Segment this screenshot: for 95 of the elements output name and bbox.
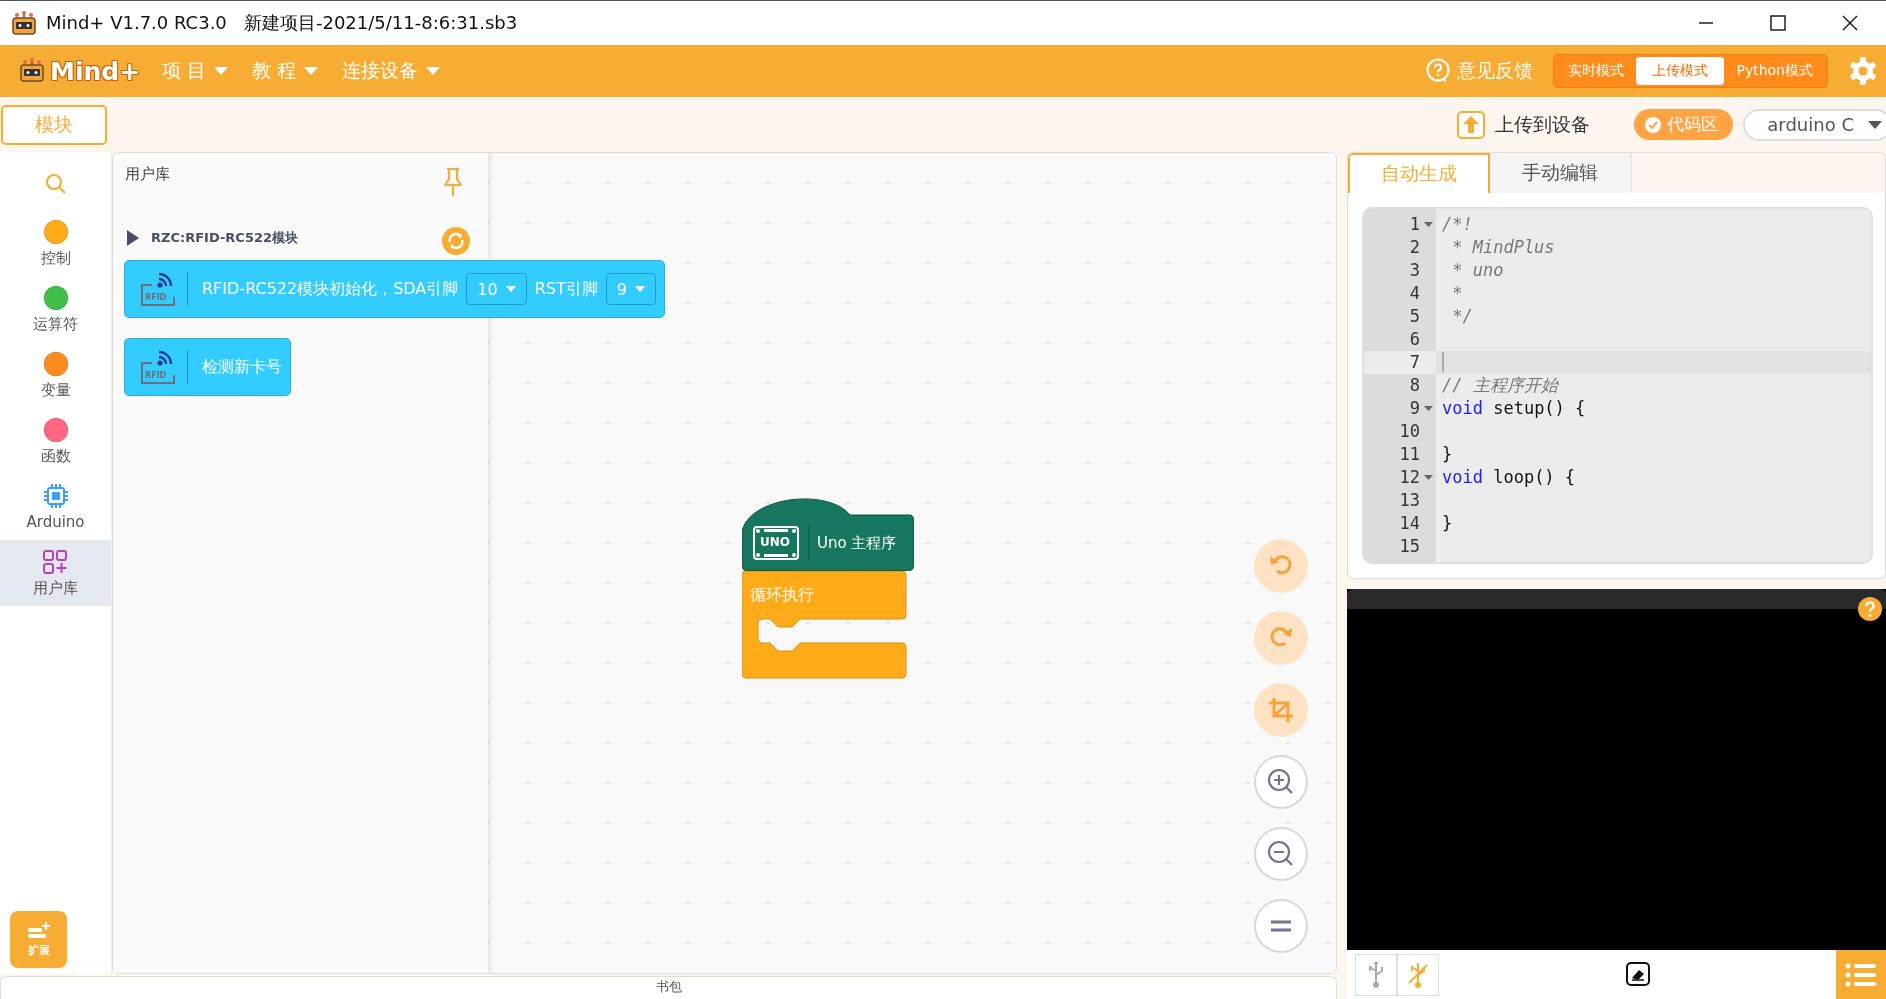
close-icon[interactable]: [1841, 14, 1859, 32]
category-item[interactable]: 用户库: [0, 540, 111, 606]
extension-icon: [26, 921, 51, 940]
code-line: }: [1442, 442, 1453, 466]
editor-tab[interactable]: 手动编辑: [1490, 153, 1632, 193]
menu-icon: [1845, 961, 1877, 988]
caret-icon: [634, 286, 645, 292]
category-item[interactable]: 变量: [0, 342, 111, 408]
caret-icon: [1868, 120, 1882, 129]
code-line: /*!: [1442, 212, 1473, 236]
pin-dropdown[interactable]: 9: [605, 273, 656, 305]
fold-arrow-icon[interactable]: [1423, 405, 1433, 411]
line-number: 15: [1398, 534, 1420, 558]
editor-tab[interactable]: 自动生成: [1348, 153, 1490, 193]
caret-icon: [214, 67, 229, 75]
code-line: void loop() {: [1442, 465, 1576, 489]
code-area-toggle[interactable]: 代码区: [1634, 109, 1734, 140]
check-icon: [1644, 115, 1663, 134]
line-number: 4: [1408, 281, 1420, 305]
caret-icon: [304, 67, 319, 75]
fold-arrow-icon[interactable]: [1423, 474, 1433, 480]
line-number: 10: [1398, 419, 1420, 443]
window-title: Mind+ V1.7.0 RC3.0 新建项目-2021/5/11-8:6:31.sb3: [46, 11, 518, 35]
library-group-title[interactable]: RZC:RFID-RC522模块: [151, 229, 299, 247]
line-number: 8: [1408, 373, 1420, 397]
caret-icon: [505, 286, 516, 292]
code-line: * uno: [1451, 258, 1504, 282]
language-dropdown[interactable]: arduino C: [1743, 108, 1886, 141]
block-label: Uno 主程序: [817, 533, 897, 553]
app-icon: [10, 10, 38, 36]
code-line: void setup() {: [1442, 396, 1586, 420]
line-number: 11: [1398, 442, 1420, 466]
usb-slash-icon: [1406, 960, 1430, 989]
category-item[interactable]: 函数: [0, 408, 111, 474]
text-cursor: [1442, 352, 1444, 373]
menu-item[interactable]: 连接设备: [342, 58, 441, 84]
code-block[interactable]: RFID RFID-RC522模块初始化，SDA引脚 10 RST引脚 9: [124, 260, 665, 318]
mode-tab[interactable]: 上传模式: [1636, 57, 1725, 85]
category-dot: [42, 218, 69, 245]
backpack-bar[interactable]: 书包: [0, 976, 1337, 999]
line-number: 13: [1398, 488, 1420, 512]
block-label: RFID-RC522模块初始化，SDA引脚: [202, 278, 459, 300]
fold-arrow-icon[interactable]: [1423, 221, 1433, 227]
flyout-title: 用户库: [125, 165, 170, 184]
line-number: 9: [1408, 396, 1420, 420]
zoom-in-icon: [1267, 768, 1295, 796]
chip-icon: [42, 483, 69, 509]
upload-icon: [1457, 110, 1486, 139]
category-dot: [42, 350, 69, 377]
pin-dropdown[interactable]: 10: [466, 273, 527, 305]
menu-item[interactable]: 教 程: [252, 58, 319, 84]
category-item[interactable]: 控制: [0, 210, 111, 276]
category-dot: [42, 416, 69, 443]
connect-button[interactable]: [1355, 953, 1397, 996]
code-line: */: [1451, 304, 1473, 328]
eraser-icon[interactable]: [1626, 962, 1650, 987]
crop-icon: [1267, 696, 1295, 724]
help-icon[interactable]: [1858, 596, 1882, 621]
line-number: 5: [1408, 304, 1420, 328]
extension-button[interactable]: 扩展: [10, 911, 67, 968]
code-line: }: [1442, 511, 1453, 535]
feedback-link[interactable]: 意见反馈: [1457, 58, 1534, 84]
code-line: // 主程序开始: [1442, 373, 1558, 397]
upload-button[interactable]: 上传到设备: [1451, 109, 1597, 140]
line-number: 1: [1408, 212, 1420, 236]
mode-tab[interactable]: Python模式: [1724, 57, 1825, 85]
zoom-control[interactable]: [1254, 755, 1308, 809]
zoom-out-icon: [1267, 840, 1295, 868]
line-number: 2: [1408, 235, 1420, 259]
category-item[interactable]: Arduino: [0, 474, 111, 540]
code-editor[interactable]: 1 /*! 2 * MindPlus 3 * uno 4 * 5 */ 6 7 8 // 主程序开始 9 void setup() { 10 11 } 12 void loop() { 13 14 } 15: [1362, 206, 1873, 564]
category-item[interactable]: 运算符: [0, 276, 111, 342]
loop-block[interactable]: 循环执行: [742, 571, 908, 680]
logo-text: Mind+: [50, 56, 141, 86]
blocks-tab[interactable]: 模块: [1, 104, 107, 145]
menu-item[interactable]: 项 目: [162, 58, 229, 84]
caret-icon: [426, 67, 441, 75]
code-line: * MindPlus: [1451, 235, 1555, 259]
line-number: 3: [1408, 258, 1420, 282]
code-block[interactable]: RFID 检测新卡号: [124, 338, 291, 396]
line-number: 6: [1408, 327, 1420, 351]
zoom-control[interactable]: [1254, 899, 1308, 953]
line-number: 12: [1398, 465, 1420, 489]
mode-tab[interactable]: 实时模式: [1556, 57, 1637, 85]
line-number: 7: [1408, 350, 1420, 374]
line-number: 14: [1398, 511, 1420, 535]
maximize-icon[interactable]: [1769, 14, 1787, 32]
block-label: 检测新卡号: [202, 356, 282, 378]
zoom-control[interactable]: [1254, 827, 1308, 881]
library-icon: [41, 548, 70, 575]
block-label: 循环执行: [750, 585, 814, 606]
code-line: *: [1451, 281, 1463, 305]
expand-arrow-icon[interactable]: [127, 230, 139, 246]
category-dot: [42, 284, 69, 311]
block-label: RST引脚: [534, 278, 598, 300]
